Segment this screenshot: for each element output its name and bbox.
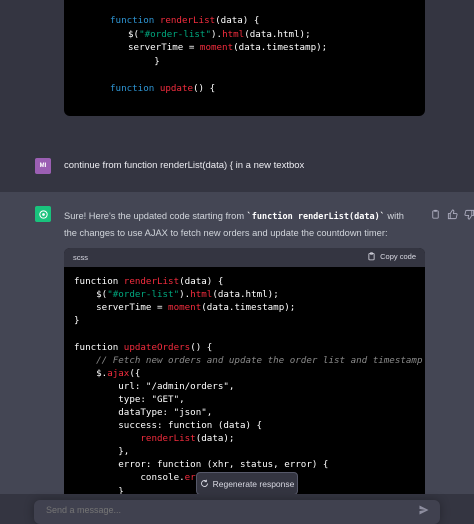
message-actions	[430, 207, 474, 220]
code-line: dataType: "json",	[74, 407, 213, 418]
assistant-message-text: Sure! Here's the updated code starting f…	[64, 211, 404, 238]
send-icon[interactable]	[418, 504, 430, 516]
user-avatar: MI	[35, 158, 51, 174]
assistant-avatar	[35, 206, 51, 222]
code-line: $("#order-list").html(data.html);	[74, 289, 279, 300]
code-line: success: function (data) {	[74, 420, 263, 431]
regenerate-response-button[interactable]: Regenerate response	[196, 472, 298, 495]
code-language-label: scss	[73, 253, 88, 262]
message-input[interactable]	[44, 504, 408, 516]
code-line: type: "GET",	[74, 394, 185, 405]
code-line: function renderList(data) {	[110, 15, 260, 26]
user-message-text: continue from function renderList(data) …	[64, 160, 305, 171]
clipboard-icon	[368, 252, 375, 261]
thumbs-up-icon[interactable]	[447, 207, 458, 220]
code-line: renderList(data);	[140, 433, 235, 444]
copy-code-button[interactable]: Copy code	[367, 252, 416, 261]
message-input-box	[34, 500, 440, 524]
thumbs-down-icon[interactable]	[464, 207, 474, 220]
code-line: $.ajax({	[74, 368, 141, 379]
code-line: serverTime = moment(data.timestamp);	[74, 302, 296, 313]
code-block-header: scss Copy code	[64, 248, 425, 267]
code-line: $("#order-list").html(data.html);	[128, 29, 311, 40]
openai-logo-icon	[38, 209, 48, 219]
code-line: },	[74, 446, 130, 457]
refresh-icon	[200, 479, 208, 487]
code-line: }	[74, 315, 80, 326]
previous-code-block: function renderList(data) { $("#order-li…	[64, 0, 425, 116]
code-line: serverTime = moment(data.timestamp);	[128, 42, 328, 53]
inline-code: `function renderList(data)`	[246, 212, 385, 222]
clipboard-icon[interactable]	[430, 207, 441, 219]
code-line: url: "/admin/orders",	[74, 381, 235, 392]
code-line: error: function (xhr, status, error) {	[74, 459, 329, 470]
code-line: function renderList(data) {	[74, 276, 224, 287]
code-comment: // Fetch new orders and update the order…	[74, 355, 423, 366]
code-line: function update() {	[110, 83, 216, 94]
code-line: function updateOrders() {	[74, 342, 213, 353]
code-line: }	[110, 56, 160, 67]
